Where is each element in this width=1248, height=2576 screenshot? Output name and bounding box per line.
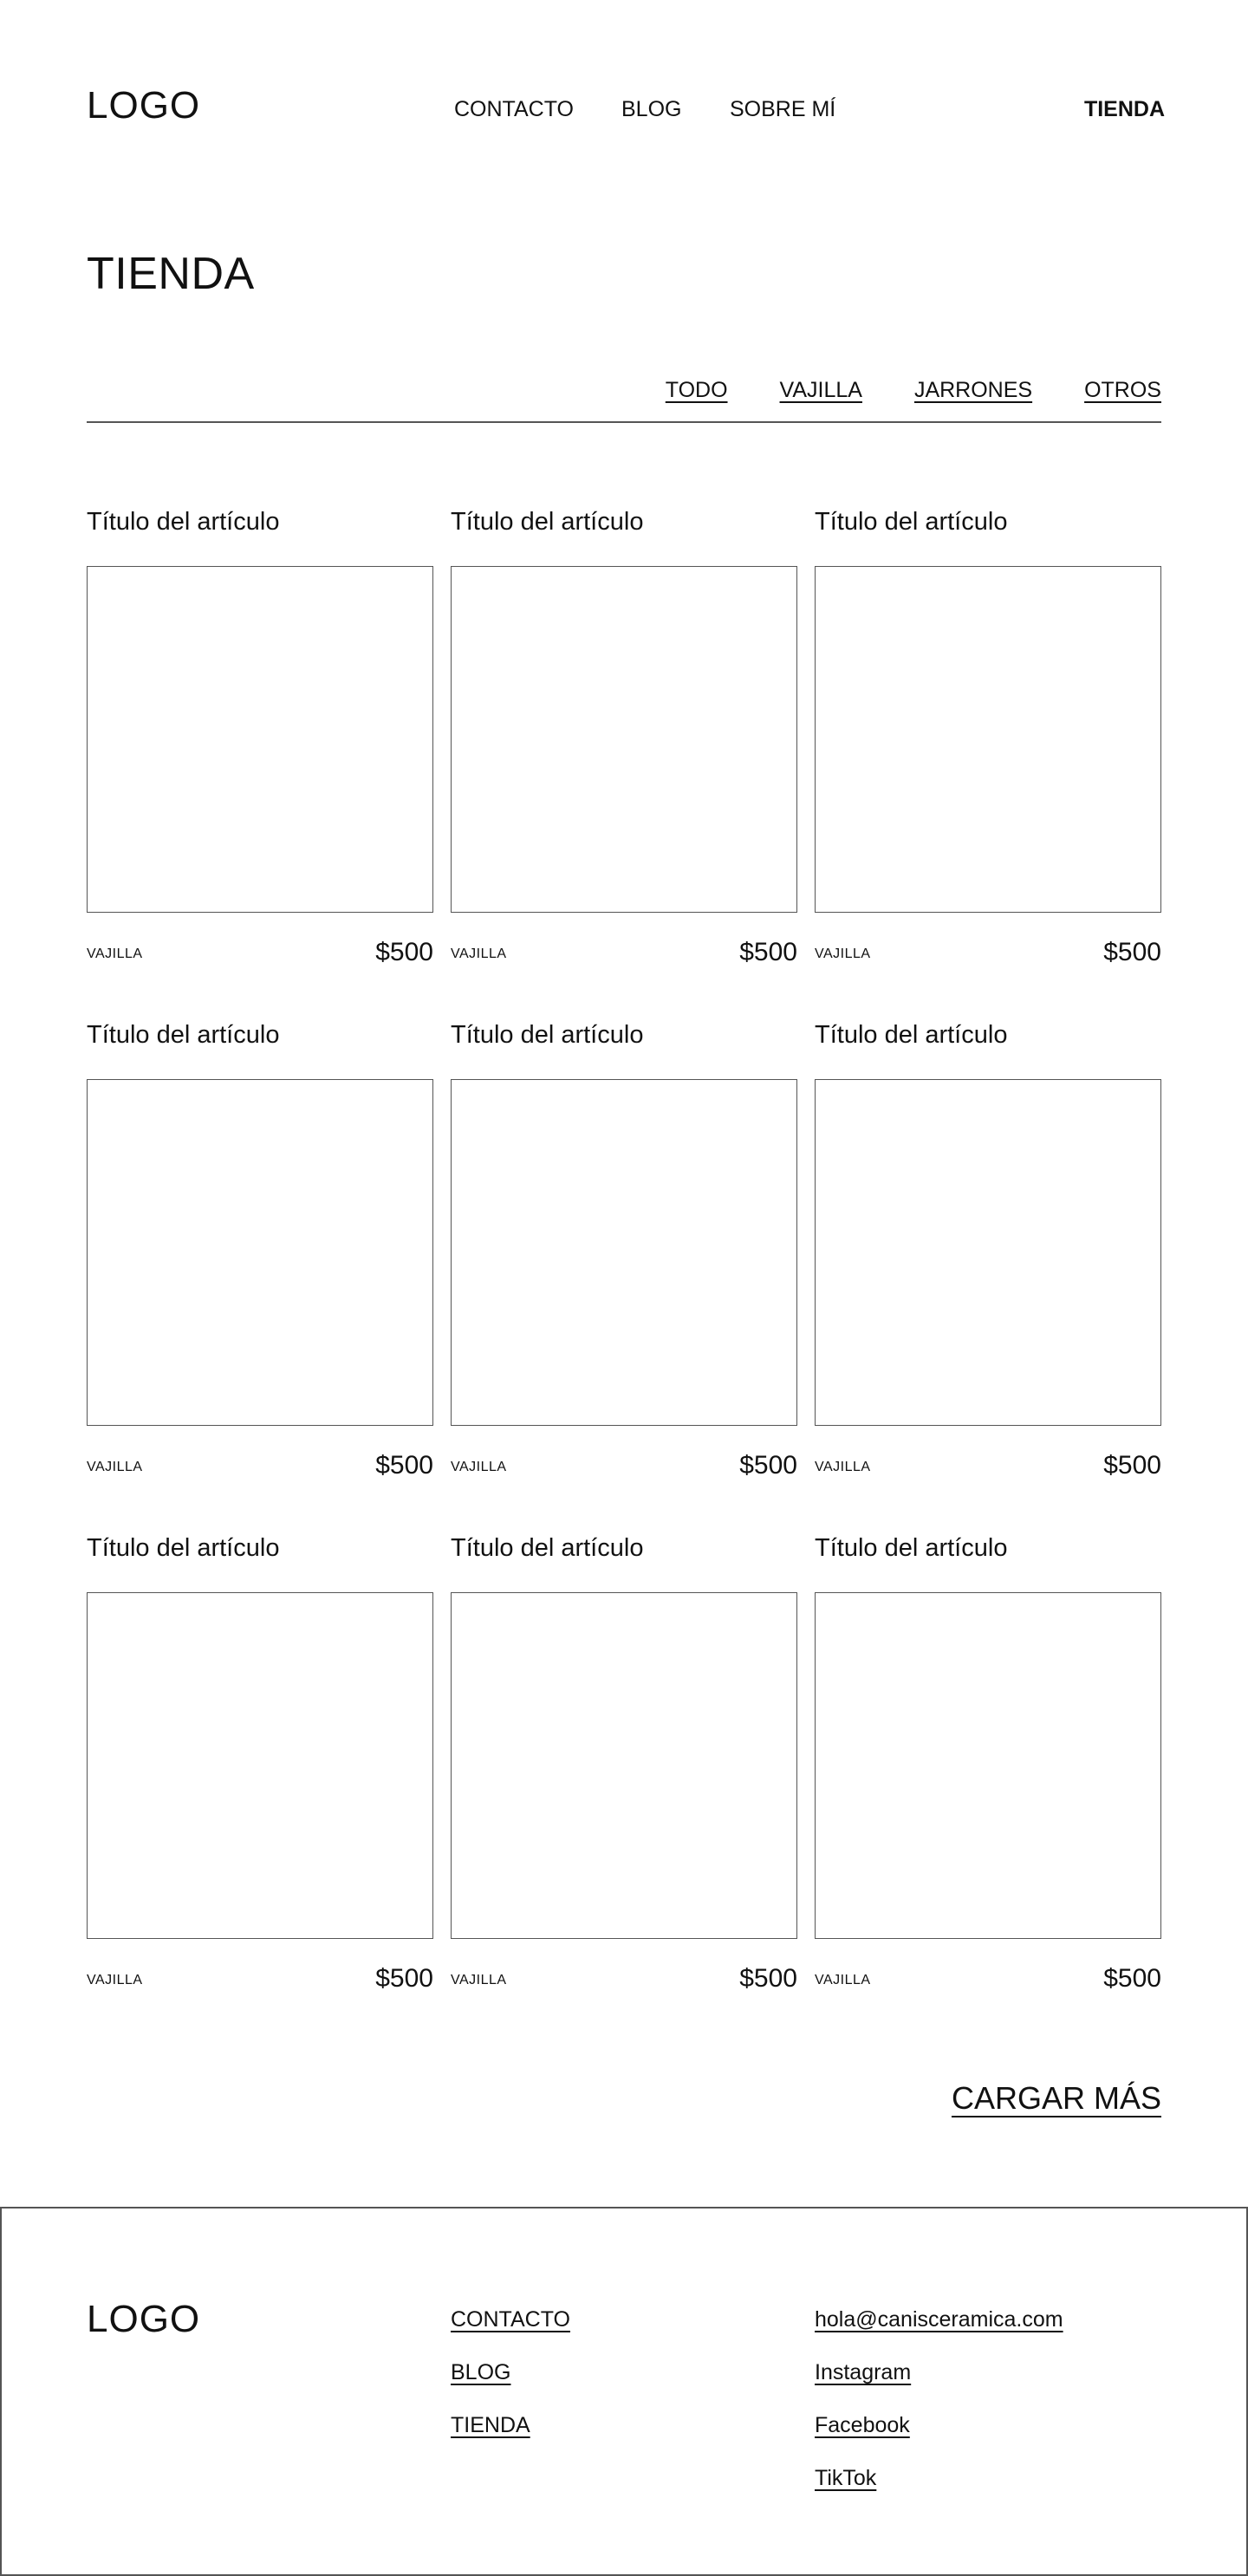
footer-link-tiktok[interactable]: TikTok (815, 2466, 1063, 2491)
product-title[interactable]: Título del artículo (815, 508, 1007, 537)
product-category: VAJILLA (87, 1460, 143, 1474)
site-header: LOGO CONTACTO BLOG SOBRE MÍ TIENDA (0, 0, 1248, 225)
nav-link-tienda[interactable]: TIENDA (1084, 97, 1165, 122)
footer-nav: CONTACTO BLOG TIENDA (451, 2307, 570, 2438)
product-category: VAJILLA (87, 946, 143, 961)
product-image[interactable] (815, 566, 1161, 913)
product-image[interactable] (87, 1079, 433, 1426)
nav-link-contacto[interactable]: CONTACTO (454, 97, 574, 122)
product-grid: Título del artículo VAJILLA $500 Título … (87, 503, 1161, 2042)
product-image[interactable] (815, 1592, 1161, 1939)
site-footer: LOGO CONTACTO BLOG TIENDA hola@caniscera… (0, 2207, 1248, 2576)
product-image[interactable] (451, 566, 797, 913)
filter-jarrones[interactable]: JARRONES (914, 378, 1032, 403)
page-title: TIENDA (87, 249, 255, 299)
site-logo[interactable]: LOGO (87, 87, 200, 125)
product-card[interactable]: Título del artículo VAJILLA $500 (87, 1529, 433, 2042)
footer-contact: hola@canisceramica.com Instagram Faceboo… (815, 2307, 1063, 2491)
nav-link-sobre-mi[interactable]: SOBRE MÍ (730, 97, 835, 122)
product-price: $500 (1103, 1964, 1161, 1993)
product-card[interactable]: Título del artículo VAJILLA $500 (451, 1016, 797, 1529)
product-title[interactable]: Título del artículo (87, 508, 279, 537)
product-category: VAJILLA (451, 1460, 507, 1474)
product-title[interactable]: Título del artículo (451, 1534, 643, 1563)
product-price: $500 (1103, 1451, 1161, 1480)
filter-otros[interactable]: OTROS (1084, 378, 1161, 403)
footer-email-link[interactable]: hola@canisceramica.com (815, 2307, 1063, 2332)
product-card[interactable]: Título del artículo VAJILLA $500 (815, 1016, 1161, 1529)
product-image[interactable] (451, 1079, 797, 1426)
product-category: VAJILLA (815, 946, 871, 961)
footer-link-instagram[interactable]: Instagram (815, 2360, 1063, 2385)
product-category: VAJILLA (451, 1973, 507, 1987)
product-card[interactable]: Título del artículo VAJILLA $500 (451, 1529, 797, 2042)
product-price: $500 (375, 938, 433, 966)
filter-vajilla[interactable]: VAJILLA (780, 378, 862, 403)
product-title[interactable]: Título del artículo (87, 1534, 279, 1563)
product-image[interactable] (87, 1592, 433, 1939)
product-title[interactable]: Título del artículo (815, 1021, 1007, 1050)
product-category: VAJILLA (451, 946, 507, 961)
product-price: $500 (739, 1964, 797, 1993)
product-price: $500 (375, 1451, 433, 1480)
footer-logo[interactable]: LOGO (87, 2300, 200, 2339)
product-card[interactable]: Título del artículo VAJILLA $500 (451, 503, 797, 1016)
category-filters: TODO VAJILLA JARRONES OTROS (666, 378, 1161, 403)
product-price: $500 (739, 1451, 797, 1480)
product-card[interactable]: Título del artículo VAJILLA $500 (815, 1529, 1161, 2042)
filter-todo[interactable]: TODO (666, 378, 728, 403)
product-image[interactable] (815, 1079, 1161, 1426)
product-price: $500 (739, 938, 797, 966)
product-category: VAJILLA (815, 1973, 871, 1987)
product-title[interactable]: Título del artículo (451, 1021, 643, 1050)
product-title[interactable]: Título del artículo (87, 1021, 279, 1050)
product-image[interactable] (87, 566, 433, 913)
product-card[interactable]: Título del artículo VAJILLA $500 (87, 503, 433, 1016)
nav-link-blog[interactable]: BLOG (621, 97, 681, 122)
product-category: VAJILLA (87, 1973, 143, 1987)
load-more-button[interactable]: CARGAR MÁS (952, 2080, 1161, 2117)
footer-link-facebook[interactable]: Facebook (815, 2413, 1063, 2438)
product-title[interactable]: Título del artículo (815, 1534, 1007, 1563)
product-price: $500 (375, 1964, 433, 1993)
footer-link-contacto[interactable]: CONTACTO (451, 2307, 570, 2332)
product-image[interactable] (451, 1592, 797, 1939)
product-price: $500 (1103, 938, 1161, 966)
product-category: VAJILLA (815, 1460, 871, 1474)
product-card[interactable]: Título del artículo VAJILLA $500 (87, 1016, 433, 1529)
product-title[interactable]: Título del artículo (451, 508, 643, 537)
footer-link-blog[interactable]: BLOG (451, 2360, 570, 2385)
footer-link-tienda[interactable]: TIENDA (451, 2413, 570, 2438)
product-card[interactable]: Título del artículo VAJILLA $500 (815, 503, 1161, 1016)
filter-divider (87, 421, 1161, 423)
